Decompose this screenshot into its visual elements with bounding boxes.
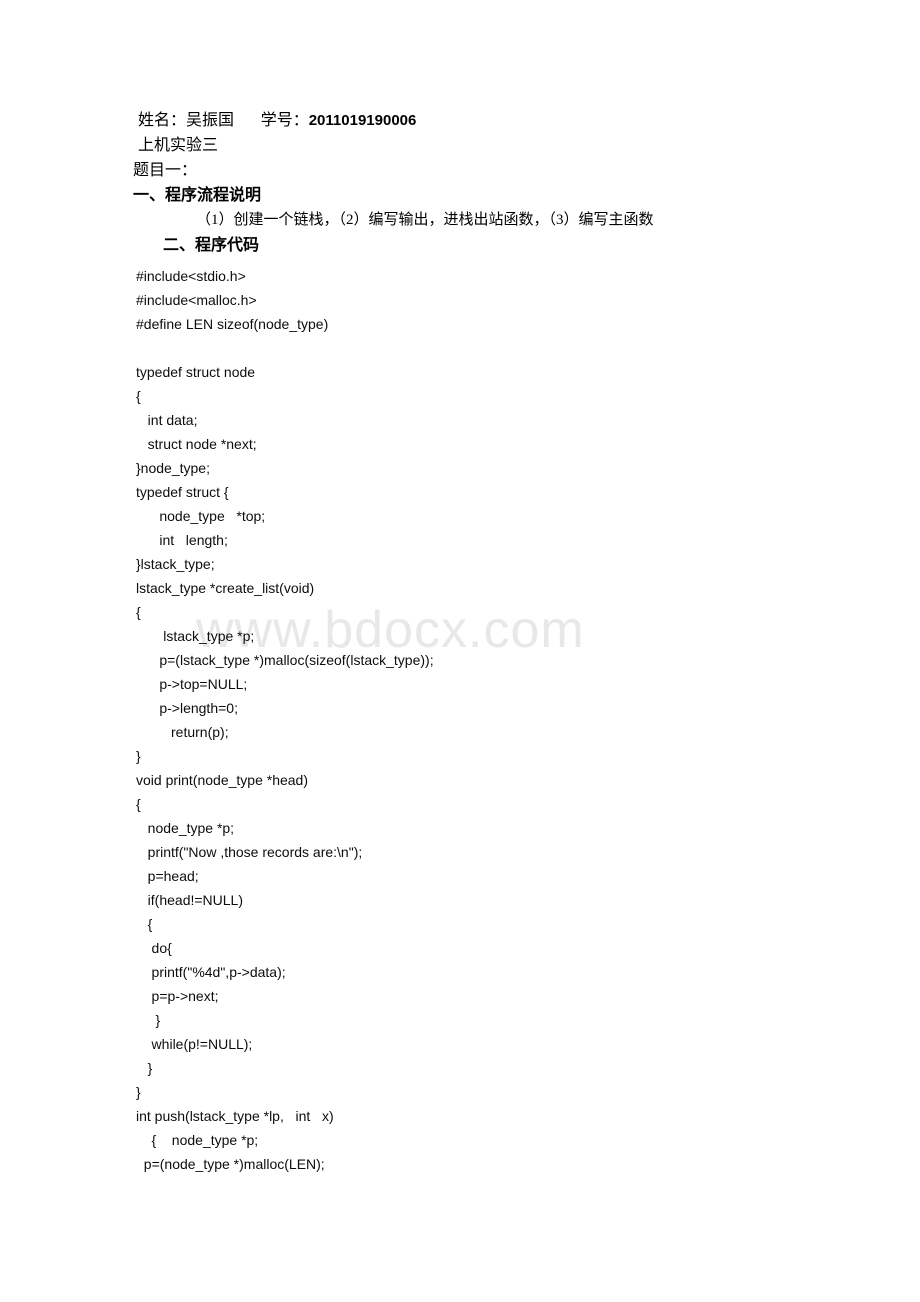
experiment-title: 上机实验三	[138, 137, 219, 154]
name-label: 姓名：	[138, 112, 187, 129]
student-info-line: 姓名：吴振国 学号：2011019190006	[0, 108, 920, 133]
section-heading-2: 二、程序代码	[163, 237, 260, 254]
section-heading-1: 一、程序流程说明	[133, 187, 262, 204]
name-value: 吴振国	[186, 112, 235, 129]
code-line: p=p->next;	[136, 988, 219, 1004]
code-line: {	[136, 388, 141, 404]
code-line: if(head!=NULL)	[136, 892, 243, 908]
code-line: return(p);	[136, 724, 229, 740]
code-line: #include<stdio.h>	[136, 268, 246, 284]
code-line: node_type *p;	[136, 820, 235, 836]
code-line: typedef struct {	[136, 484, 229, 500]
code-line: p=(node_type *)malloc(LEN);	[136, 1156, 325, 1172]
code-line: p=head;	[136, 868, 199, 884]
code-line: node_type *top;	[136, 508, 266, 524]
code-line: }lstack_type;	[136, 556, 215, 572]
code-line: p->length=0;	[136, 700, 238, 716]
topic-title: 题目一：	[133, 162, 198, 179]
code-line: lstack_type *create_list(void)	[136, 580, 315, 596]
code-line: typedef struct node	[136, 364, 256, 380]
code-line: struct node *next;	[136, 436, 257, 452]
document-page: www.bdocx.com 姓名：吴振国 学号：2011019190006 上机…	[0, 0, 920, 1302]
code-line: }	[136, 1060, 153, 1076]
section-body-1: （1）创建一个链栈，（2）编写输出，进栈出站函数，（3）编写主函数	[196, 212, 654, 228]
code-line: {	[136, 604, 141, 620]
code-line: {	[136, 916, 153, 932]
code-line: int data;	[136, 412, 198, 428]
code-line: { node_type *p;	[136, 1132, 259, 1148]
code-line: int push(lstack_type *lp, int x)	[136, 1108, 334, 1124]
header-spacer	[234, 112, 261, 129]
code-line: }	[136, 1084, 141, 1100]
code-line: }node_type;	[136, 460, 210, 476]
code-line: lstack_type *p;	[136, 628, 255, 644]
code-line: #include<malloc.h>	[136, 292, 257, 308]
code-line: int length;	[136, 532, 228, 548]
document-content: 姓名：吴振国 学号：2011019190006 上机实验三 题目一： 一、程序流…	[0, 0, 920, 1176]
header-block: 姓名：吴振国 学号：2011019190006 上机实验三 题目一： 一、程序流…	[0, 0, 920, 258]
code-line: do{	[136, 940, 172, 956]
code-line: p->top=NULL;	[136, 676, 248, 692]
code-line: #define LEN sizeof(node_type)	[136, 316, 329, 332]
code-line: }	[136, 748, 141, 764]
code-line: void print(node_type *head)	[136, 772, 309, 788]
code-block: #include<stdio.h> #include<malloc.h> #defi…	[0, 264, 920, 1176]
code-line: p=(lstack_type *)malloc(sizeof(lstack_ty…	[136, 652, 434, 668]
code-line: }	[136, 1012, 161, 1028]
code-line: printf("%4d",p->data);	[136, 964, 286, 980]
code-line: {	[136, 796, 141, 812]
code-line: while(p!=NULL);	[136, 1036, 253, 1052]
student-id-value: 2011019190006	[308, 112, 417, 129]
code-line: printf("Now ,those records are:\n");	[136, 844, 363, 860]
student-id-label: 学号：	[260, 112, 309, 129]
